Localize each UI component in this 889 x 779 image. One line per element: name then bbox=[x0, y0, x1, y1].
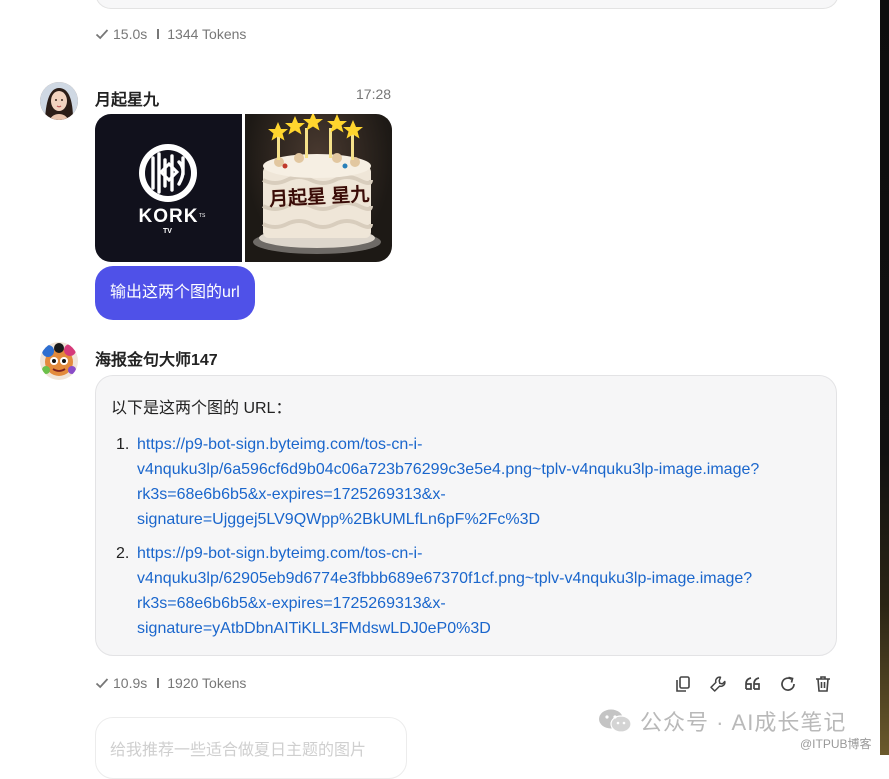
check-icon bbox=[95, 29, 109, 40]
token-count: 1920 Tokens bbox=[167, 675, 247, 691]
previous-message-bubble bbox=[95, 0, 839, 9]
user-avatar-image bbox=[40, 82, 78, 120]
birthday-cake-image[interactable]: 月起星 星九 bbox=[245, 114, 392, 262]
window-edge bbox=[880, 0, 889, 755]
refresh-icon[interactable] bbox=[778, 674, 798, 694]
bot-message-bubble: 以下是这两个图的 URL： 1. https://p9-bot-sign.byt… bbox=[95, 375, 837, 656]
url-link[interactable]: v4nquku3lp/6a596cf6d9b04c06a723b76299c3e… bbox=[137, 457, 759, 482]
url-link[interactable]: rk3s=68e6b6b5&x-expires=1725269313&x- bbox=[137, 591, 446, 616]
next-message-bubble[interactable]: 给我推荐一些适合做夏日主题的图片 bbox=[95, 717, 407, 779]
wrench-icon[interactable] bbox=[708, 674, 728, 694]
meta-separator bbox=[157, 29, 160, 39]
url-link[interactable]: https://p9-bot-sign.byteimg.com/tos-cn-i… bbox=[137, 541, 422, 566]
url-link[interactable]: rk3s=68e6b6b5&x-expires=1725269313&x- bbox=[137, 482, 446, 507]
watermark-sub: @ITPUB博客 bbox=[800, 737, 872, 751]
trash-icon[interactable] bbox=[813, 674, 833, 694]
message-time: 17:28 bbox=[356, 86, 392, 102]
list-number: 2. bbox=[116, 545, 130, 562]
kork-logo-mark: TS bbox=[199, 213, 206, 219]
bot-intro-text: 以下是这两个图的 URL： bbox=[111, 400, 292, 417]
copy-icon[interactable] bbox=[673, 674, 693, 694]
previous-message-meta: 15.0s 1344 Tokens bbox=[95, 26, 246, 42]
watermark-text: 公众号 · AI成长笔记 bbox=[640, 710, 847, 735]
kork-tv-image[interactable]: KORK TS TV bbox=[95, 114, 242, 262]
check-icon bbox=[95, 678, 109, 689]
message-actions bbox=[658, 674, 833, 694]
response-duration: 15.0s bbox=[113, 26, 148, 42]
wechat-icon bbox=[599, 709, 632, 733]
user-avatar[interactable] bbox=[40, 82, 78, 120]
response-duration: 10.9s bbox=[113, 675, 148, 691]
quote-icon[interactable] bbox=[743, 674, 763, 694]
kork-logo-text: KORK bbox=[138, 206, 199, 227]
next-message-text: 给我推荐一些适合做夏日主题的图片 bbox=[110, 742, 367, 759]
bot-avatar-image bbox=[40, 342, 78, 380]
list-number: 1. bbox=[116, 436, 130, 453]
url-link[interactable]: signature=Ujggej5LV9QWpp%2BkUMLfLn6pF%2F… bbox=[137, 507, 540, 532]
cake-text: 月起星 星九 bbox=[268, 184, 370, 211]
watermark: 公众号 · AI成长笔记 bbox=[598, 705, 846, 737]
url-link[interactable]: https://p9-bot-sign.byteimg.com/tos-cn-i… bbox=[137, 432, 422, 457]
token-count: 1344 Tokens bbox=[167, 26, 247, 42]
url-link[interactable]: signature=yAtbDbnAITiKLL3FMdswLDJ0eP0%3D bbox=[137, 616, 491, 641]
user-name: 月起星九 bbox=[95, 92, 160, 109]
meta-separator bbox=[157, 678, 160, 688]
kork-logo-icon bbox=[139, 144, 197, 202]
bot-avatar[interactable] bbox=[40, 342, 78, 380]
kork-logo-sub: TV bbox=[163, 228, 172, 235]
url-link[interactable]: v4nquku3lp/62905eb9d6774e3fbbb689e67370f… bbox=[137, 566, 752, 591]
bot-message-meta: 10.9s 1920 Tokens bbox=[95, 675, 246, 691]
user-message-bubble: 输出这两个图的url bbox=[95, 266, 255, 320]
bot-name: 海报金句大师147 bbox=[95, 352, 218, 369]
